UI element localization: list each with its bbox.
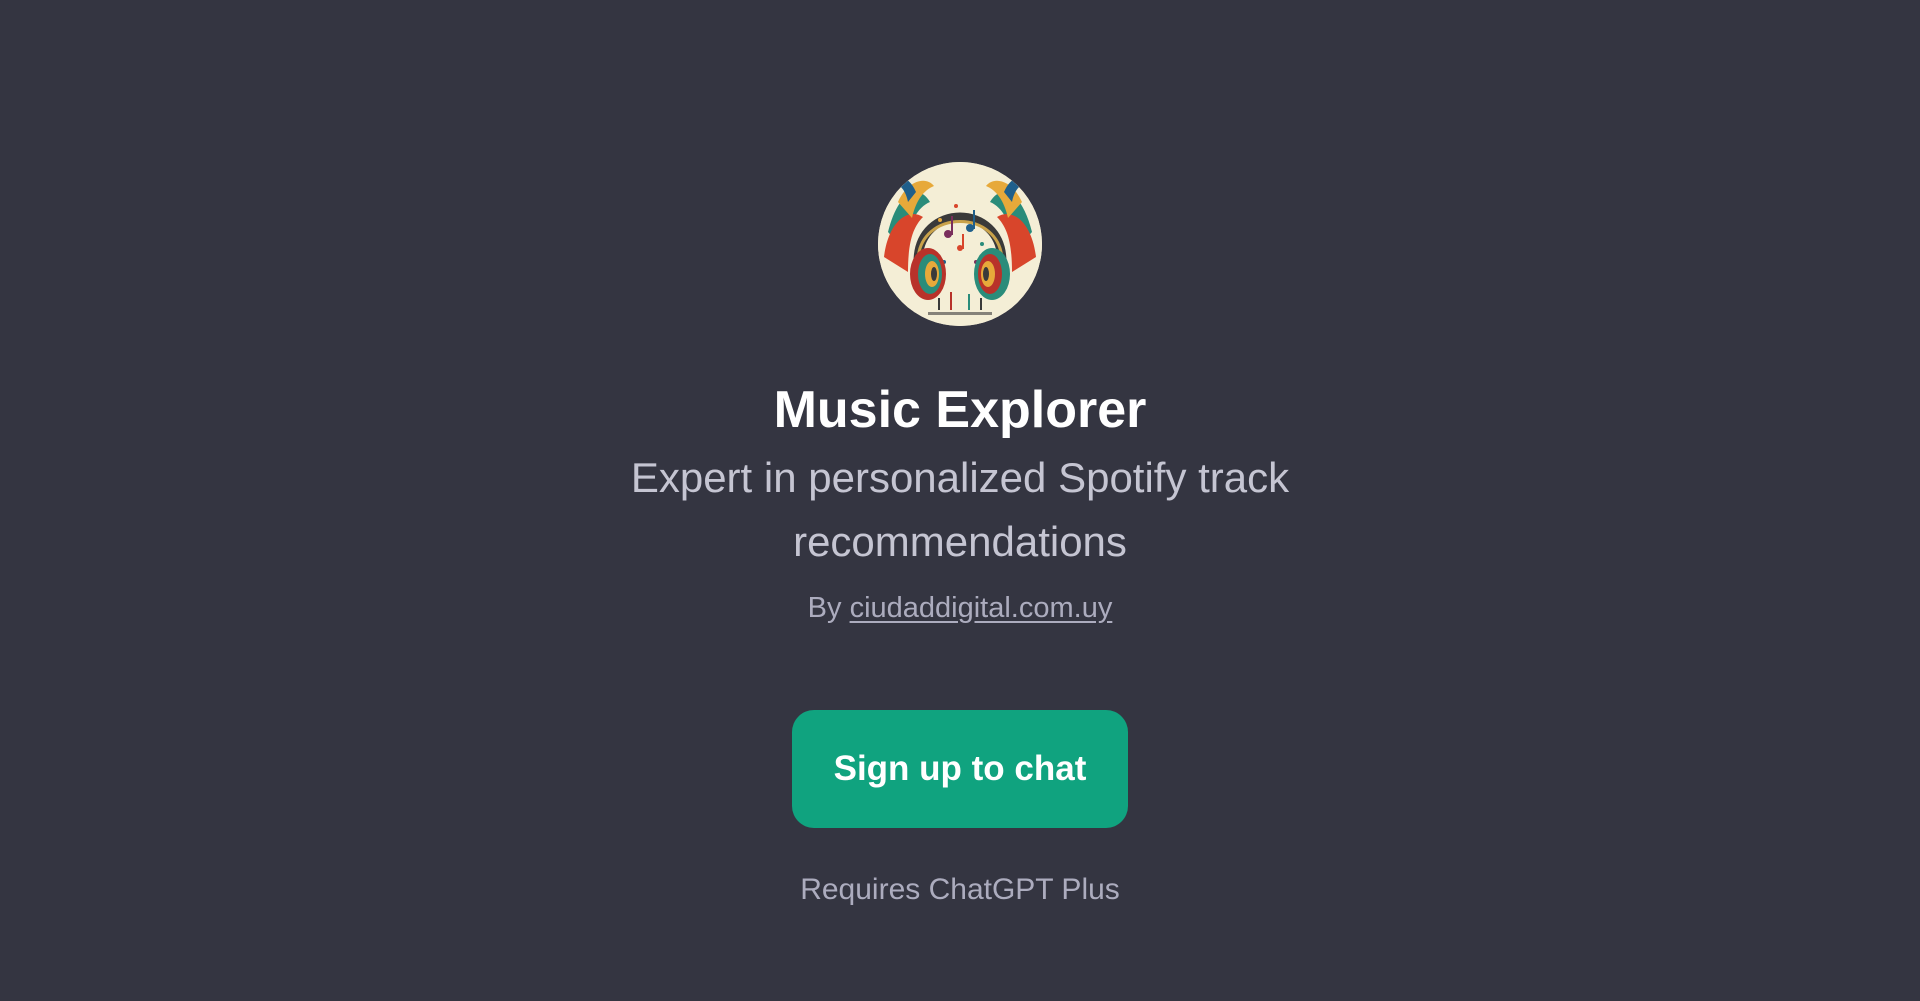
- gpt-avatar: [878, 162, 1042, 326]
- gpt-description: Expert in personalized Spotify track rec…: [630, 454, 1290, 565]
- gpt-title: Music Explorer: [773, 381, 1147, 439]
- author-byline: By ciudaddigital.com.uy: [0, 588, 1920, 628]
- author-link[interactable]: ciudaddigital.com.uy: [850, 592, 1113, 624]
- byline-prefix: By: [807, 592, 850, 624]
- sign-up-to-chat-button[interactable]: Sign up to chat: [792, 710, 1128, 828]
- headphones-music-icon: [878, 162, 1042, 326]
- gpt-landing-page: Music Explorer Expert in personalized Sp…: [0, 0, 1920, 1001]
- plan-requirement-note: Requires ChatGPT Plus: [800, 873, 1120, 906]
